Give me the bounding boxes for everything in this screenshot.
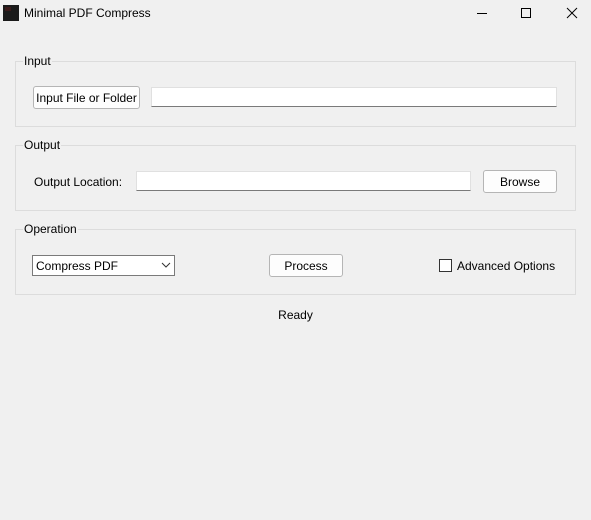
app-icon bbox=[3, 5, 19, 21]
process-button[interactable]: Process bbox=[269, 254, 343, 277]
operation-group-label: Operation bbox=[23, 222, 78, 236]
close-icon bbox=[566, 7, 578, 19]
status-text: Ready bbox=[278, 308, 313, 322]
input-file-or-folder-button[interactable]: Input File or Folder bbox=[33, 86, 140, 109]
browse-button[interactable]: Browse bbox=[483, 170, 557, 193]
output-group-label: Output bbox=[23, 138, 62, 152]
input-path-field[interactable] bbox=[151, 87, 557, 107]
output-location-field[interactable] bbox=[136, 171, 471, 191]
maximize-button[interactable] bbox=[503, 0, 549, 26]
advanced-options-label[interactable]: Advanced Options bbox=[457, 259, 555, 273]
operation-select-value: Compress PDF bbox=[36, 258, 119, 273]
title-bar[interactable]: Minimal PDF Compress bbox=[0, 0, 591, 26]
minimize-icon bbox=[477, 13, 487, 14]
window-title: Minimal PDF Compress bbox=[24, 6, 151, 20]
minimize-button[interactable] bbox=[459, 0, 505, 26]
output-location-label: Output Location: bbox=[34, 175, 123, 189]
input-group-label: Input bbox=[23, 54, 52, 68]
maximize-icon bbox=[521, 8, 531, 18]
chevron-down-icon bbox=[161, 262, 171, 268]
close-button[interactable] bbox=[549, 0, 591, 26]
advanced-options-checkbox[interactable] bbox=[439, 259, 452, 272]
operation-select[interactable]: Compress PDF bbox=[32, 255, 175, 276]
